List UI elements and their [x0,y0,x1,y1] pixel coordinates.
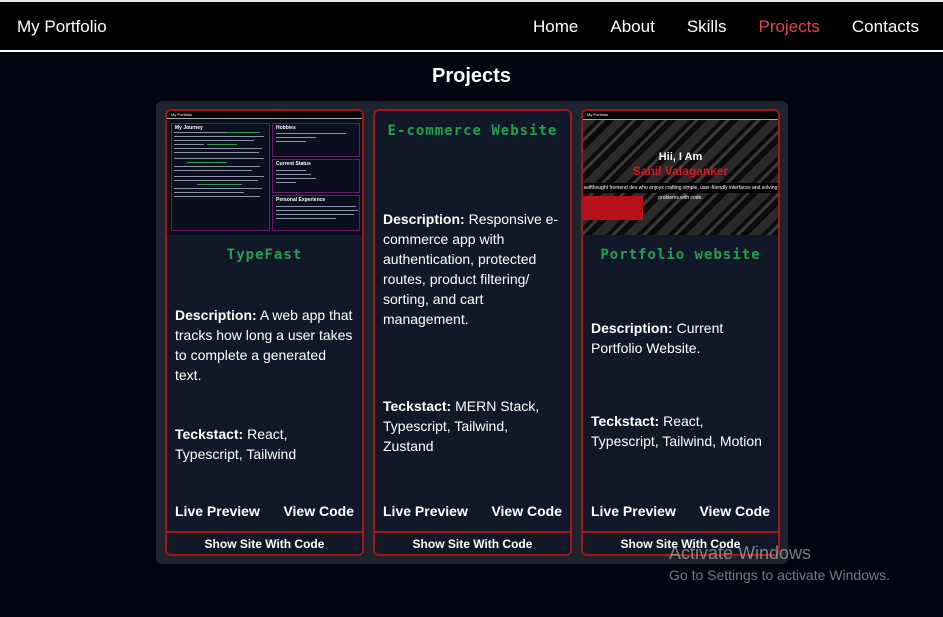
section-title: Projects [432,65,511,87]
project-title: E-commerce Website [387,123,558,139]
thumbnail-greeting: Hii, I Am [658,151,703,163]
thumbnail-tagline: selfthought frontend dev who enjoys craf… [583,183,778,201]
watermark-title: Activate Windows [669,543,812,563]
thumbnail-brand: My Portfolio [171,112,193,117]
view-code-link[interactable]: View Code [283,503,354,519]
show-site-with-code-button[interactable]: Show Site With Code [167,531,362,554]
project-thumbnail[interactable]: My Portfolio Hii, I Am Sahil Valaganker … [583,111,778,235]
nav-link-home[interactable]: Home [533,17,578,37]
thumbnail-navbar: My Portfolio [583,111,778,120]
nav-link-projects[interactable]: Projects [758,17,819,37]
description-text: Responsive e-commerce app with authentic… [383,211,559,327]
show-site-with-code-button[interactable]: Show Site With Code [375,531,570,554]
project-card-typefast: My Portfolio My Journey Hobbies Current … [165,109,364,556]
view-code-link[interactable]: View Code [491,503,562,519]
nav-link-about[interactable]: About [610,17,654,37]
brand-logo-text[interactable]: My Portfolio [17,17,107,37]
description-label: Description: [175,307,257,323]
description-label: Description: [383,211,465,227]
description-label: Description: [591,320,673,336]
project-description: Description: Current Portfolio Website. [591,318,770,358]
project-card-ecommerce: E-commerce Website Description: Responsi… [373,109,572,556]
windows-activation-watermark: Activate Windows Go to Settings to activ… [669,543,890,583]
live-preview-link[interactable]: Live Preview [175,503,260,519]
project-links: Live Preview View Code [383,503,562,519]
project-techstack: Teckstact: React, Typescript, Tailwind, … [591,411,770,451]
thumbnail-status-box: Current Status [272,159,360,193]
thumbnail-hobbies-box: Hobbies [272,123,360,157]
project-title: Portfolio website [600,247,761,263]
nav-links: Home About Skills Projects Contacts [533,17,919,37]
navbar: My Portfolio Home About Skills Projects … [0,0,943,52]
thumbnail-navbar: My Portfolio [167,111,362,119]
project-title: TypeFast [226,247,303,263]
techstack-label: Teckstact: [591,413,660,429]
techstack-label: Teckstact: [175,426,244,442]
nav-link-skills[interactable]: Skills [687,17,727,37]
thumbnail-hobbies-heading: Hobbies [276,125,296,131]
project-description: Description: A web app that tracks how l… [175,305,354,385]
thumbnail-brand: My Portfolio [587,112,609,117]
view-code-link[interactable]: View Code [699,503,770,519]
project-links: Live Preview View Code [175,503,354,519]
thumbnail-red-accent [583,196,643,220]
thumbnail-status-heading: Current Status [276,161,311,167]
thumbnail-experience-box: Personal Experience [272,195,360,231]
project-card-portfolio: My Portfolio Hii, I Am Sahil Valaganker … [581,109,780,556]
live-preview-link[interactable]: Live Preview [383,503,468,519]
thumbnail-experience-heading: Personal Experience [276,197,326,203]
project-techstack: Teckstact: React, Typescript, Tailwind [175,424,354,464]
thumbnail-journey-heading: My Journey [175,125,203,131]
project-thumbnail[interactable]: My Portfolio My Journey Hobbies Current … [167,111,362,235]
project-techstack: Teckstact: MERN Stack, Typescript, Tailw… [383,396,562,456]
project-description: Description: Responsive e-commerce app w… [383,209,562,329]
nav-link-contacts[interactable]: Contacts [852,17,919,37]
techstack-label: Teckstact: [383,398,452,414]
live-preview-link[interactable]: Live Preview [591,503,676,519]
watermark-subtitle: Go to Settings to activate Windows. [669,567,890,583]
project-links: Live Preview View Code [591,503,770,519]
thumbnail-name: Sahil Valaganker [632,164,729,178]
